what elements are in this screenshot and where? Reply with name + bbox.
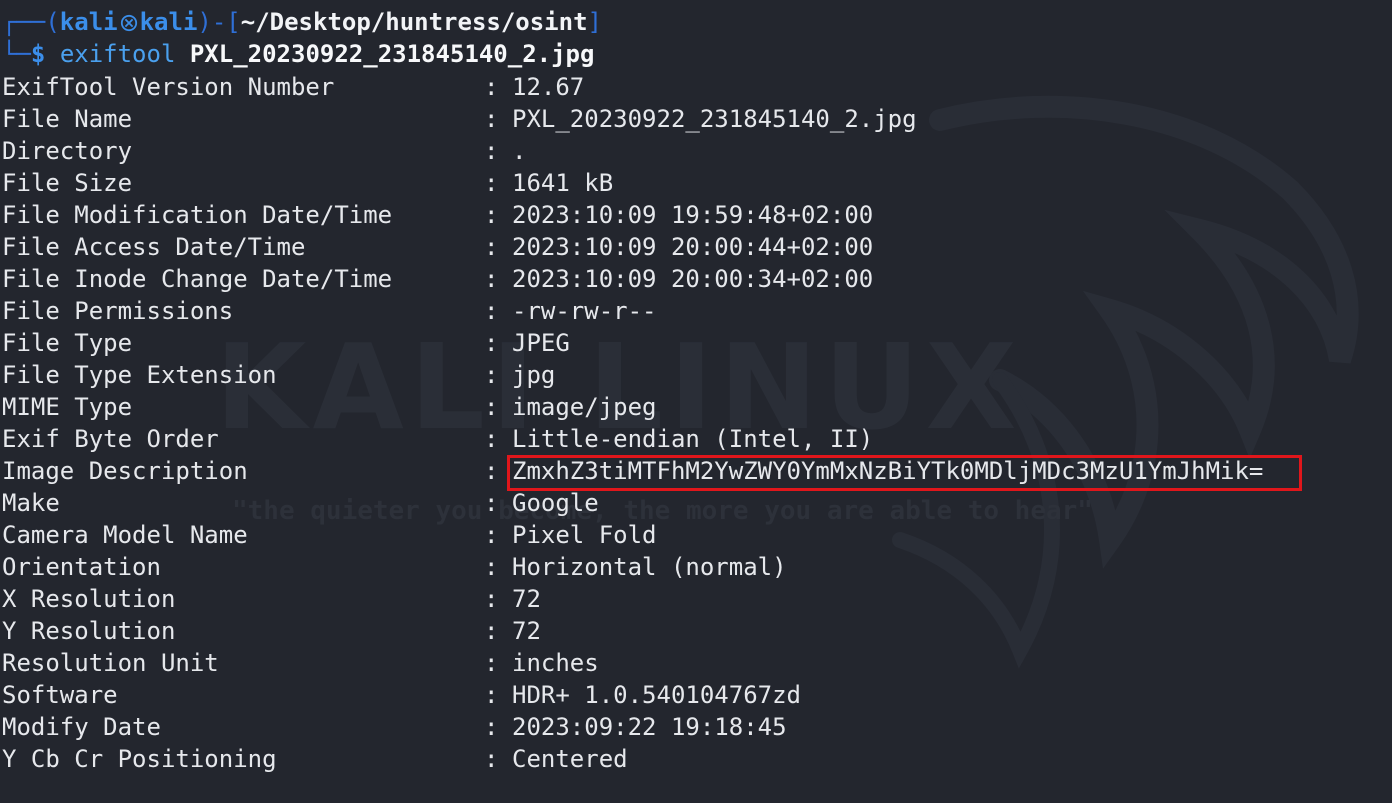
exif-field-value: JPEG (512, 329, 570, 357)
prompt-user: kali (59, 8, 118, 36)
exif-field-name: File Inode Change Date/Time (2, 265, 393, 293)
exif-field-value: Horizontal (normal) (512, 553, 787, 581)
exif-field-separator: : (484, 649, 499, 677)
command-name: exiftool (59, 40, 176, 68)
exif-field-separator: : (484, 201, 499, 229)
exif-field-value: 72 (512, 585, 541, 613)
exif-field-name: Modify Date (2, 713, 161, 741)
exif-field-separator: : (484, 169, 499, 197)
exif-field-value: inches (512, 649, 599, 677)
exif-field-value: 1641 kB (512, 169, 614, 197)
exif-field-value: image/jpeg (512, 393, 657, 421)
exif-field-name: File Name (2, 105, 133, 133)
exif-field-value: Centered (512, 745, 628, 773)
exif-field-name: Orientation (2, 553, 161, 581)
exif-field-value: 2023:10:09 20:00:44+02:00 (512, 233, 874, 261)
exif-field-separator: : (484, 585, 499, 613)
exif-field-name: File Permissions (2, 297, 234, 325)
exif-field-separator: : (484, 105, 499, 133)
exif-field-name: Y Resolution (2, 617, 176, 645)
exif-field-separator: : (484, 681, 499, 709)
exif-field-separator: : (484, 73, 499, 101)
exif-field-name: Image Description (2, 457, 248, 485)
exif-field-separator: : (484, 553, 499, 581)
exif-field-value: HDR+ 1.0.540104767zd (512, 681, 801, 709)
exif-field-value: Pixel Fold (512, 521, 657, 549)
exif-field-separator: : (484, 617, 499, 645)
exif-field-value: 2023:10:09 20:00:34+02:00 (512, 265, 874, 293)
exif-field-name: MIME Type (2, 393, 133, 421)
exif-field-value: PXL_20230922_231845140_2.jpg (512, 105, 917, 133)
exif-field-value: 2023:09:22 19:18:45 (512, 713, 787, 741)
exif-field-value: 72 (512, 617, 541, 645)
command-argument: PXL_20230922_231845140_2.jpg (189, 40, 595, 68)
exif-field-name: Camera Model Name (2, 521, 248, 549)
terminal-window[interactable]: KALI LINUX "the quieter you become, the … (0, 0, 1392, 803)
exif-field-name: File Modification Date/Time (2, 201, 393, 229)
exif-field-name: File Type (2, 329, 133, 357)
exif-field-separator: : (484, 233, 499, 261)
exif-field-separator: : (484, 137, 499, 165)
exif-field-separator: : (484, 329, 499, 357)
exif-field-separator: : (484, 393, 499, 421)
prompt-header-line: ┌──(kali kali)-[~/Desktop/huntress/osint] (2, 8, 602, 36)
exif-field-value: -rw-rw-r-- (512, 297, 657, 325)
exif-field-separator: : (484, 425, 499, 453)
exif-field-value: Little-endian (Intel, II) (512, 425, 874, 453)
exif-field-value: Google (512, 489, 599, 517)
exif-field-name: Resolution Unit (2, 649, 219, 677)
exif-field-separator: : (484, 265, 499, 293)
exif-field-separator: : (484, 489, 499, 517)
exif-field-value: ZmxhZ3tiMTFhM2YwZWY0YmMxNzBiYTk0MDljMDc3… (512, 457, 1264, 485)
exif-field-separator: : (484, 521, 499, 549)
prompt-path: ~/Desktop/huntress/osint (240, 8, 588, 36)
exif-field-name: File Size (2, 169, 133, 197)
exif-field-value: 2023:10:09 19:59:48+02:00 (512, 201, 874, 229)
exif-field-name: Make (2, 489, 60, 517)
exif-field-value: . (512, 137, 527, 165)
exif-field-name: File Access Date/Time (2, 233, 306, 261)
exif-field-separator: : (484, 713, 499, 741)
exif-field-value: jpg (512, 361, 556, 389)
exif-field-name: ExifTool Version Number (2, 73, 335, 101)
command-line: └─$ exiftool PXL_20230922_231845140_2.jp… (2, 40, 595, 68)
exif-field-name: Exif Byte Order (2, 425, 219, 453)
kali-logo-icon (120, 14, 137, 32)
prompt-dollar: $ (30, 40, 46, 68)
exif-field-name: File Type Extension (2, 361, 277, 389)
kali-linux-watermark-quote: "the quieter you become, the more you ar… (232, 496, 1093, 526)
prompt-host: kali (139, 8, 198, 36)
exif-field-name: Directory (2, 137, 133, 165)
exif-field-name: Y Cb Cr Positioning (2, 745, 277, 773)
exif-field-separator: : (484, 361, 499, 389)
exif-field-value: 12.67 (512, 73, 585, 101)
exif-field-name: Software (2, 681, 118, 709)
exif-field-separator: : (484, 457, 499, 485)
exif-field-name: X Resolution (2, 585, 176, 613)
exif-field-separator: : (484, 745, 499, 773)
exif-field-separator: : (484, 297, 499, 325)
